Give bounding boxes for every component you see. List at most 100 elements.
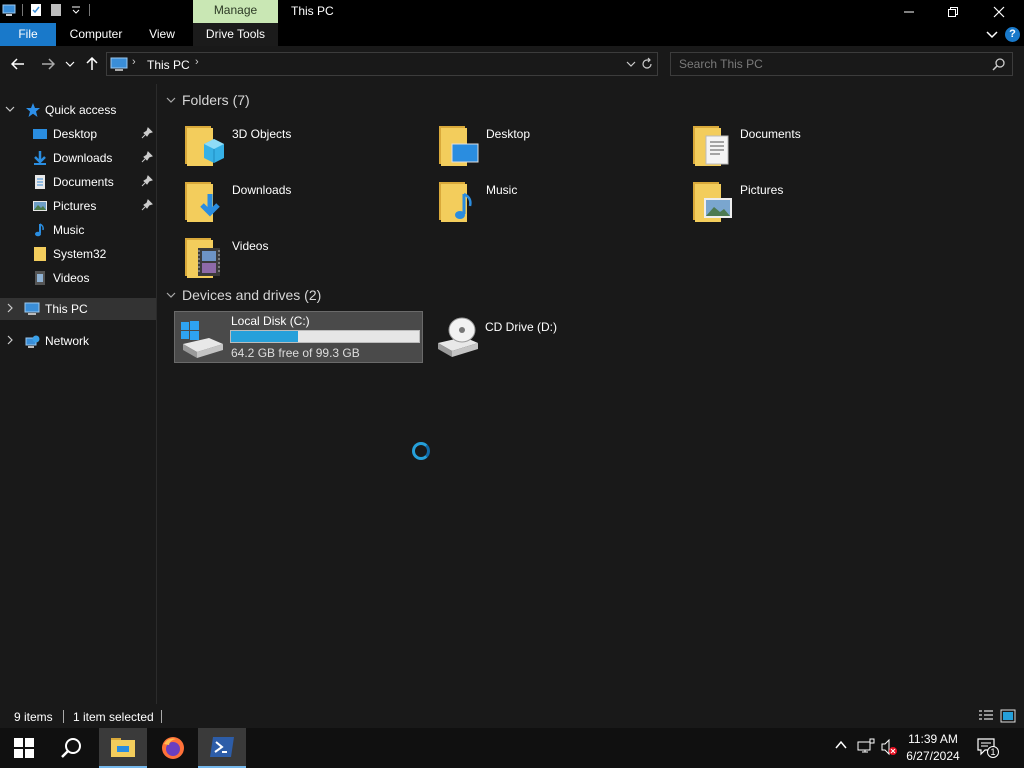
- pin-icon[interactable]: [141, 151, 153, 163]
- refresh-icon[interactable]: [640, 57, 654, 71]
- loading-spinner-icon: [412, 442, 430, 460]
- tab-computer[interactable]: Computer: [62, 23, 130, 46]
- tab-manage[interactable]: Manage: [193, 0, 278, 23]
- pin-icon[interactable]: [141, 175, 153, 187]
- recent-locations-button[interactable]: [63, 55, 77, 73]
- chevron-right-icon[interactable]: [5, 335, 15, 345]
- up-button[interactable]: [83, 55, 101, 73]
- tree-item-pictures[interactable]: Pictures: [0, 195, 156, 217]
- videos-folder-icon: [185, 238, 220, 278]
- breadcrumb-this-pc[interactable]: This PC: [147, 58, 190, 72]
- status-selection: 1 item selected: [73, 710, 154, 724]
- taskbar-clock[interactable]: 11:39 AM 6/27/2024: [900, 731, 966, 765]
- tree-item-this-pc[interactable]: This PC: [0, 298, 156, 320]
- tree-item-music[interactable]: Music: [0, 219, 156, 241]
- folder-tile-videos[interactable]: Videos: [182, 232, 422, 284]
- folder-label: Documents: [740, 127, 801, 141]
- tab-view[interactable]: View: [140, 23, 184, 46]
- folder-tile-documents[interactable]: Documents: [690, 120, 930, 172]
- tree-label: Documents: [53, 175, 114, 189]
- chevron-down-icon[interactable]: [625, 57, 637, 71]
- address-bar[interactable]: › This PC ›: [106, 52, 658, 76]
- tree-item-videos[interactable]: Videos: [0, 267, 156, 289]
- this-pc-icon[interactable]: [2, 3, 16, 17]
- start-button[interactable]: [0, 728, 48, 768]
- folder-label: 3D Objects: [232, 127, 292, 141]
- forward-button[interactable]: [39, 55, 57, 73]
- folder-tile-pictures[interactable]: Pictures: [690, 176, 930, 228]
- taskbar-search-button[interactable]: [48, 728, 96, 768]
- folder-icon: [34, 247, 46, 261]
- drive-label: CD Drive (D:): [485, 320, 557, 334]
- documents-folder-icon: [693, 126, 729, 166]
- taskbar: 11:39 AM 6/27/2024 1: [0, 728, 1024, 768]
- devices-group-header[interactable]: Devices and drives (2): [166, 287, 321, 303]
- tree-label: Videos: [53, 271, 90, 285]
- tree-item-system32[interactable]: System32: [0, 243, 156, 265]
- folder-tile-3d-objects[interactable]: 3D Objects: [182, 120, 422, 172]
- tree-label: System32: [53, 247, 107, 261]
- this-pc-icon: [110, 57, 128, 71]
- restore-icon: [948, 6, 958, 17]
- action-center-button[interactable]: 1: [976, 736, 999, 758]
- tree-label: This PC: [45, 302, 88, 316]
- tab-drive-tools[interactable]: Drive Tools: [193, 23, 278, 46]
- search-box[interactable]: [670, 52, 1013, 76]
- tree-item-network[interactable]: Network: [0, 330, 156, 352]
- content-pane: Folders (7) 3D Objects Desktop Documents…: [158, 84, 1024, 704]
- breadcrumb-separator[interactable]: ›: [195, 56, 199, 68]
- music-folder-icon: [439, 182, 472, 222]
- details-view-icon[interactable]: [978, 709, 994, 723]
- search-input[interactable]: [671, 53, 981, 75]
- expand-ribbon-icon[interactable]: [986, 28, 998, 40]
- tree-item-documents[interactable]: Documents: [0, 171, 156, 193]
- tree-item-downloads[interactable]: Downloads: [0, 147, 156, 169]
- tree-label: Downloads: [53, 151, 113, 165]
- pin-icon[interactable]: [141, 199, 153, 211]
- status-separator: [63, 710, 64, 723]
- chevron-down-icon[interactable]: [166, 95, 176, 105]
- back-button[interactable]: [9, 55, 27, 73]
- tree-item-desktop[interactable]: Desktop: [0, 123, 156, 145]
- drive-free-space: 64.2 GB free of 99.3 GB: [231, 346, 360, 360]
- star-icon: [26, 103, 40, 117]
- customize-toolbar-icon[interactable]: [69, 3, 83, 17]
- status-bar: 9 items 1 item selected: [0, 704, 1024, 728]
- minimize-icon: [904, 11, 914, 12]
- taskbar-powershell[interactable]: [198, 728, 246, 768]
- chevron-right-icon[interactable]: [5, 303, 15, 313]
- folder-label: Pictures: [740, 183, 784, 197]
- this-pc-icon: [24, 302, 40, 315]
- pin-icon[interactable]: [141, 127, 153, 139]
- status-separator: [161, 710, 162, 723]
- chevron-down-icon[interactable]: [5, 104, 15, 114]
- breadcrumb-separator[interactable]: ›: [132, 56, 136, 68]
- large-icons-view-icon[interactable]: [1000, 709, 1016, 723]
- drive-tile-cd-drive-d[interactable]: CD Drive (D:): [430, 311, 630, 363]
- folder-tile-downloads[interactable]: Downloads: [182, 176, 422, 228]
- drive-tile-local-disk-c[interactable]: Local Disk (C:) 64.2 GB free of 99.3 GB: [174, 311, 423, 363]
- minimize-button[interactable]: [886, 0, 932, 23]
- properties-icon[interactable]: [29, 3, 43, 17]
- folders-group-header[interactable]: Folders (7): [166, 92, 250, 108]
- search-icon[interactable]: [992, 57, 1006, 71]
- maximize-button[interactable]: [930, 0, 976, 23]
- tab-file[interactable]: File: [0, 23, 56, 46]
- close-button[interactable]: [976, 0, 1022, 23]
- taskbar-firefox[interactable]: [149, 728, 197, 768]
- volume-muted-icon[interactable]: [880, 738, 898, 756]
- tree-label: Quick access: [45, 103, 117, 117]
- help-button[interactable]: ?: [1005, 27, 1020, 42]
- quick-access-toolbar: [0, 3, 90, 17]
- taskbar-file-explorer[interactable]: [99, 728, 147, 768]
- folder-tile-desktop[interactable]: Desktop: [436, 120, 676, 172]
- chevron-up-icon[interactable]: [834, 738, 848, 752]
- chevron-down-icon[interactable]: [166, 290, 176, 300]
- network-status-icon[interactable]: [857, 738, 875, 756]
- tree-item-quick-access[interactable]: Quick access: [0, 99, 156, 121]
- folder-tile-music[interactable]: Music: [436, 176, 676, 228]
- pictures-icon: [33, 201, 47, 211]
- new-folder-icon[interactable]: [49, 3, 63, 17]
- arrow-left-icon: [11, 58, 24, 70]
- desktop-folder-icon: [439, 126, 479, 166]
